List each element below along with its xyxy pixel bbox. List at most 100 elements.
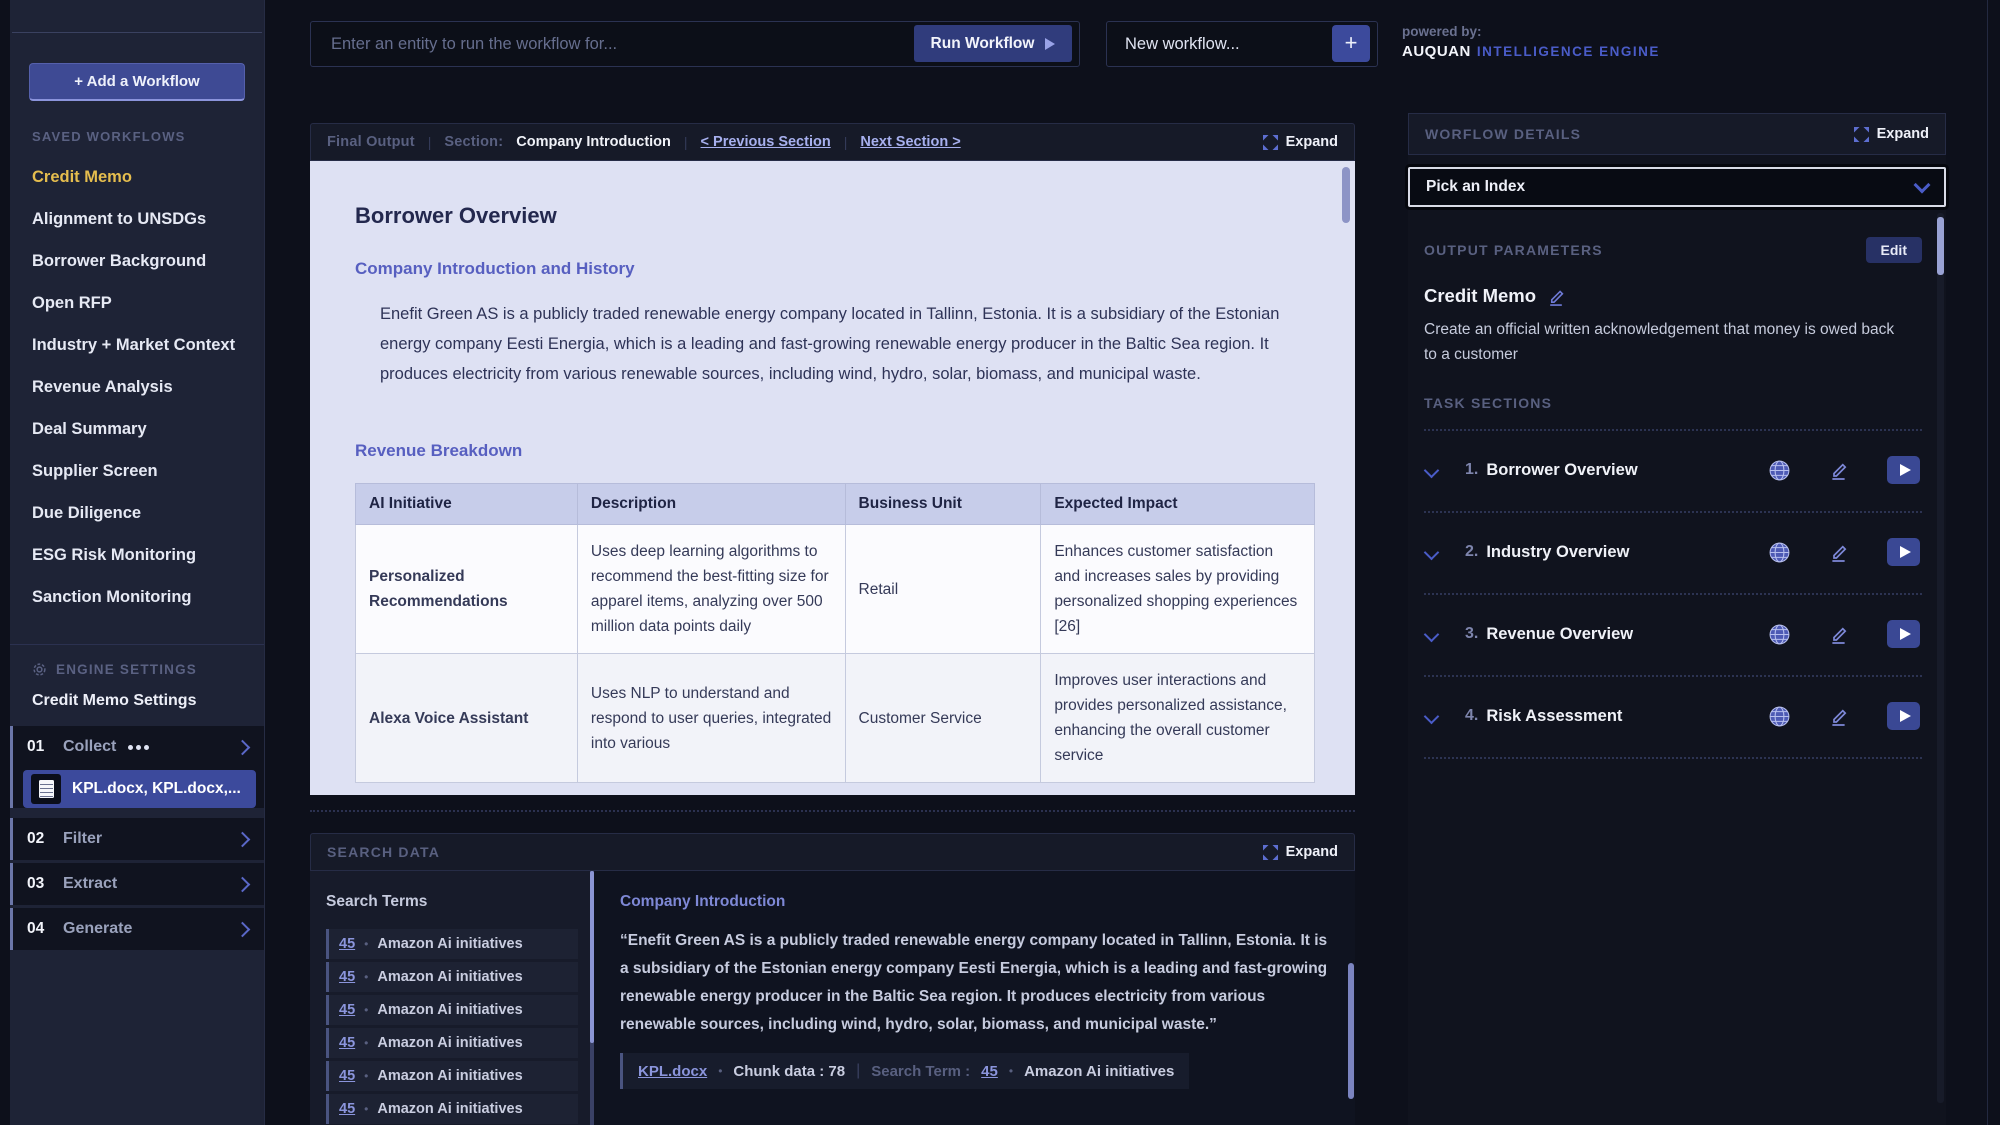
brand-primary: AUQUAN bbox=[1402, 43, 1471, 60]
chevron-down-icon bbox=[1914, 177, 1931, 194]
sidebar-item-borrower-background[interactable]: Borrower Background bbox=[10, 240, 264, 282]
citation-file-link[interactable]: KPL.docx bbox=[638, 1063, 707, 1080]
new-workflow-input[interactable] bbox=[1107, 22, 1315, 66]
sidebar-item-industry-market-context[interactable]: Industry + Market Context bbox=[10, 324, 264, 366]
run-workflow-button[interactable]: Run Workflow bbox=[914, 25, 1072, 62]
globe-icon[interactable] bbox=[1768, 705, 1791, 728]
chevron-right-icon bbox=[235, 876, 251, 892]
run-task-button[interactable] bbox=[1887, 538, 1920, 566]
step-label: Filter bbox=[63, 830, 102, 848]
document-scrollbar[interactable] bbox=[1342, 167, 1350, 223]
search-data-title: SEARCH DATA bbox=[327, 844, 440, 860]
step-extract[interactable]: 03 Extract bbox=[13, 863, 264, 905]
sidebar-item-sanction-monitoring[interactable]: Sanction Monitoring bbox=[10, 576, 264, 618]
add-workflow-plus-button[interactable]: + bbox=[1332, 25, 1370, 62]
details-scrollbar-track bbox=[1937, 213, 1944, 1103]
task-item-risk-assessment: 4. Risk Assessment bbox=[1424, 677, 1922, 759]
step-number: 02 bbox=[27, 830, 63, 848]
entity-input[interactable] bbox=[311, 22, 911, 66]
sidebar-item-deal-summary[interactable]: Deal Summary bbox=[10, 408, 264, 450]
task-title: Risk Assessment bbox=[1486, 707, 1622, 726]
search-scrollbar[interactable] bbox=[1348, 963, 1354, 1099]
globe-icon[interactable] bbox=[1768, 459, 1791, 482]
term-count-link[interactable]: 45 bbox=[339, 1101, 355, 1117]
final-output-header: Final Output | Section: Company Introduc… bbox=[310, 123, 1355, 161]
table-cell: Uses NLP to understand and respond to us… bbox=[577, 654, 845, 783]
expand-icon bbox=[1263, 845, 1278, 860]
chevron-down-icon[interactable] bbox=[1424, 544, 1440, 560]
chevron-down-icon[interactable] bbox=[1424, 462, 1440, 478]
globe-icon[interactable] bbox=[1768, 541, 1791, 564]
table-cell: Customer Service bbox=[845, 654, 1041, 783]
term-count-link[interactable]: 45 bbox=[339, 1035, 355, 1051]
term-label: Amazon Ai initiatives bbox=[377, 969, 522, 985]
output-parameters-row: OUTPUT PARAMETERS Edit bbox=[1424, 237, 1922, 263]
edit-pencil-icon[interactable] bbox=[1547, 287, 1566, 306]
task-sections-label: TASK SECTIONS bbox=[1424, 395, 1922, 411]
sidebar-item-due-diligence[interactable]: Due Diligence bbox=[10, 492, 264, 534]
term-count-link[interactable]: 45 bbox=[339, 1002, 355, 1018]
search-term-item[interactable]: 45 • Amazon Ai initiatives bbox=[326, 1094, 578, 1124]
run-task-button[interactable] bbox=[1887, 620, 1920, 648]
term-count-link[interactable]: 45 bbox=[339, 969, 355, 985]
sidebar-item-open-rfp[interactable]: Open RFP bbox=[10, 282, 264, 324]
next-section-link[interactable]: Next Section > bbox=[860, 134, 960, 150]
search-term-item[interactable]: 45 • Amazon Ai initiatives bbox=[326, 929, 578, 959]
sidebar-item-esg-risk-monitoring[interactable]: ESG Risk Monitoring bbox=[10, 534, 264, 576]
play-icon bbox=[1900, 464, 1911, 476]
play-icon bbox=[1045, 38, 1055, 50]
header-divider: | bbox=[428, 134, 432, 150]
edit-button[interactable]: Edit bbox=[1866, 237, 1922, 263]
step-block-generate: 04 Generate bbox=[10, 908, 264, 950]
term-count-link[interactable]: 45 bbox=[339, 1068, 355, 1084]
task-item-industry-overview: 2. Industry Overview bbox=[1424, 513, 1922, 595]
details-scrollbar[interactable] bbox=[1937, 217, 1944, 275]
search-term-item[interactable]: 45 • Amazon Ai initiatives bbox=[326, 1028, 578, 1058]
step-generate[interactable]: 04 Generate bbox=[13, 908, 264, 950]
task-title: Borrower Overview bbox=[1486, 461, 1637, 480]
previous-section-link[interactable]: < Previous Section bbox=[701, 134, 831, 150]
search-term-item[interactable]: 45 • Amazon Ai initiatives bbox=[326, 1061, 578, 1091]
run-task-button[interactable] bbox=[1887, 702, 1920, 730]
sidebar-item-supplier-screen[interactable]: Supplier Screen bbox=[10, 450, 264, 492]
edit-pencil-icon[interactable] bbox=[1829, 460, 1849, 480]
collect-files-chip[interactable]: KPL.docx, KPL.docx,... bbox=[23, 770, 256, 808]
step-collect[interactable]: 01 Collect bbox=[13, 726, 264, 768]
sidebar-item-credit-memo[interactable]: Credit Memo bbox=[10, 156, 264, 198]
search-term-item[interactable]: 45 • Amazon Ai initiatives bbox=[326, 995, 578, 1025]
add-workflow-button[interactable]: + Add a Workflow bbox=[29, 63, 245, 101]
sidebar-item-revenue-analysis[interactable]: Revenue Analysis bbox=[10, 366, 264, 408]
globe-icon[interactable] bbox=[1768, 623, 1791, 646]
chevron-right-icon bbox=[235, 739, 251, 755]
run-task-button[interactable] bbox=[1887, 456, 1920, 484]
expand-details-button[interactable]: Expand bbox=[1854, 126, 1929, 142]
task-number: 2. bbox=[1465, 543, 1478, 561]
term-label: Amazon Ai initiatives bbox=[377, 1068, 522, 1084]
memo-description: Create an official written acknowledgeme… bbox=[1424, 317, 1904, 367]
bullet: • bbox=[1009, 1064, 1013, 1078]
step-filter[interactable]: 02 Filter bbox=[13, 818, 264, 860]
chevron-down-icon[interactable] bbox=[1424, 626, 1440, 642]
sidebar-item-alignment-unsdgs[interactable]: Alignment to UNSDGs bbox=[10, 198, 264, 240]
column-header: Business Unit bbox=[845, 484, 1041, 525]
task-number: 3. bbox=[1465, 625, 1478, 643]
credit-memo-settings-link[interactable]: Credit Memo Settings bbox=[32, 692, 264, 710]
column-header: Expected Impact bbox=[1041, 484, 1315, 525]
details-body: OUTPUT PARAMETERS Edit Credit Memo Creat… bbox=[1408, 237, 1946, 759]
edit-pencil-icon[interactable] bbox=[1829, 706, 1849, 726]
step-number: 03 bbox=[27, 875, 63, 893]
index-select[interactable]: Pick an Index bbox=[1408, 167, 1946, 207]
citation-term-link[interactable]: 45 bbox=[981, 1063, 998, 1080]
step-block-filter: 02 Filter bbox=[10, 818, 264, 860]
term-count-link[interactable]: 45 bbox=[339, 936, 355, 952]
edit-pencil-icon[interactable] bbox=[1829, 624, 1849, 644]
edit-pencil-icon[interactable] bbox=[1829, 542, 1849, 562]
more-options-icon[interactable] bbox=[128, 745, 149, 750]
expand-output-button[interactable]: Expand bbox=[1263, 134, 1338, 150]
table-cell: Enhances customer satisfaction and incre… bbox=[1041, 525, 1315, 654]
chevron-down-icon[interactable] bbox=[1424, 708, 1440, 724]
expand-search-button[interactable]: Expand bbox=[1263, 844, 1338, 860]
search-data-body: Search Terms 45 • Amazon Ai initiatives … bbox=[310, 871, 1355, 1125]
header-divider: | bbox=[844, 134, 848, 150]
search-term-item[interactable]: 45 • Amazon Ai initiatives bbox=[326, 962, 578, 992]
